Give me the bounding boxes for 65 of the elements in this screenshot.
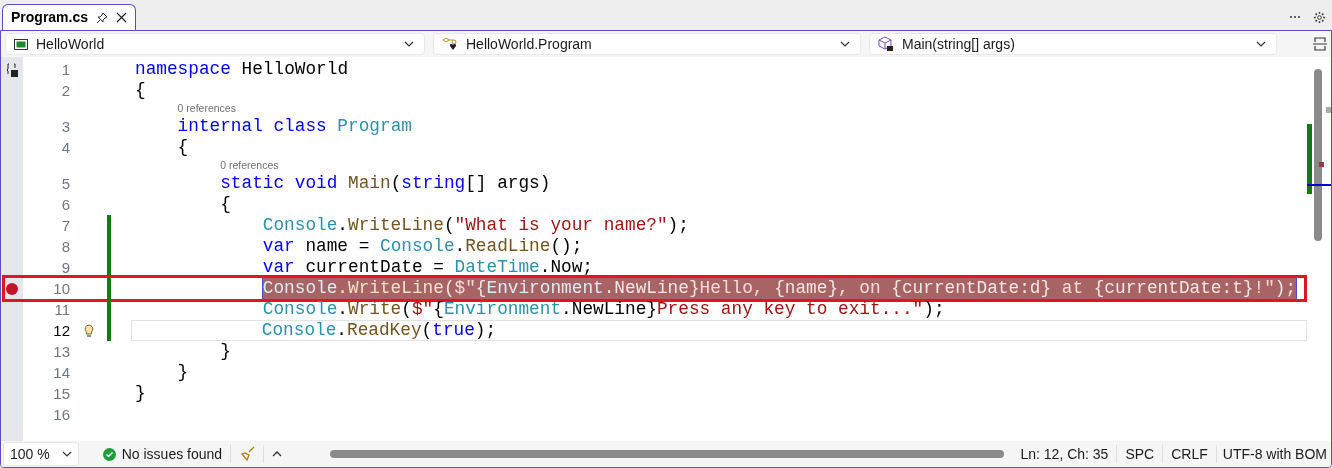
check-circle-icon [102, 447, 116, 461]
settings-icon[interactable] [1313, 10, 1326, 24]
code-line: { [135, 80, 146, 101]
code-line: var name = Console.ReadLine(); [262, 236, 583, 257]
code-line: static void Main(string[] args) [220, 173, 551, 194]
split-icon[interactable] [1313, 36, 1327, 52]
code-line: } [220, 341, 231, 362]
line-number: 9 [60, 258, 71, 278]
line-number: 6 [60, 195, 71, 215]
close-icon[interactable] [116, 12, 128, 23]
code-line: { [177, 137, 189, 158]
chevron-down-icon [404, 41, 414, 47]
caret-marker [1307, 184, 1331, 186]
scrollbar-thumb[interactable] [1314, 69, 1322, 241]
chevron-down-icon [61, 451, 72, 457]
code-line: Console.ReadKey(true); [261, 320, 497, 341]
references-codelens[interactable]: 0 references [177, 101, 236, 116]
line-number: 8 [60, 237, 71, 257]
references-codelens[interactable]: 0 references [220, 158, 279, 173]
code-line: namespace HelloWorld [135, 59, 349, 80]
code-line: internal class Program [177, 116, 412, 137]
broom-icon[interactable] [239, 446, 256, 462]
line-number: 13 [52, 342, 71, 362]
line-number: 12 [52, 321, 71, 341]
line-number: 3 [60, 117, 71, 137]
class-icon [442, 37, 458, 51]
breakpoint-marker [1319, 162, 1324, 167]
code-line: } [135, 383, 146, 404]
line-number: 14 [52, 363, 71, 383]
indentation-status[interactable]: SPC [1117, 443, 1163, 465]
code-line: Console.Write($"{Environment.NewLine}Press any key to exit..."); [262, 299, 945, 320]
change-marker [1307, 124, 1312, 194]
line-number: 11 [53, 300, 71, 320]
braces-lock-icon [5, 62, 19, 77]
chevron-up-icon[interactable] [272, 451, 283, 457]
pin-icon[interactable] [96, 11, 109, 24]
chevron-down-icon [1256, 41, 1266, 47]
more-icon[interactable] [1289, 15, 1301, 19]
navigation-dropdown[interactable]: Main(string[] args) [869, 33, 1277, 55]
code-line: { [220, 194, 231, 215]
issues-status[interactable]: No issues found [121, 443, 223, 465]
line-number: 7 [60, 216, 71, 236]
zoom-dropdown[interactable]: 100 % [3, 442, 79, 466]
line-number: 5 [60, 174, 71, 194]
scroll-marker [1326, 107, 1331, 113]
editor-tab[interactable]: Program.cs [2, 4, 137, 30]
encoding-status[interactable]: UTF-8 with BOM [1216, 443, 1331, 465]
horizontal-scrollbar-thumb[interactable] [330, 450, 1005, 458]
line-number: 4 [60, 138, 71, 158]
line-number: 1 [60, 60, 71, 80]
navigation-dropdown[interactable]: HelloWorld.Program [433, 33, 861, 55]
code-line: } [177, 362, 189, 383]
line-number: 16 [52, 405, 71, 425]
code-line: var currentDate = DateTime.Now; [262, 257, 594, 278]
line-ending-status[interactable]: CRLF [1163, 443, 1216, 465]
line-number: 10 [52, 279, 71, 299]
cube-lock-icon [878, 36, 894, 52]
chevron-down-icon [840, 41, 850, 47]
navigation-dropdown[interactable]: HelloWorld [5, 33, 425, 55]
csharp-project-icon [14, 38, 28, 50]
line-number: 2 [60, 81, 71, 101]
cursor-position[interactable]: Ln: 12, Ch: 35 [1012, 443, 1117, 465]
lightbulb-icon[interactable] [84, 324, 94, 337]
code-line: Console.WriteLine("What is your name?"); [262, 215, 689, 236]
line-number: 15 [52, 384, 71, 404]
